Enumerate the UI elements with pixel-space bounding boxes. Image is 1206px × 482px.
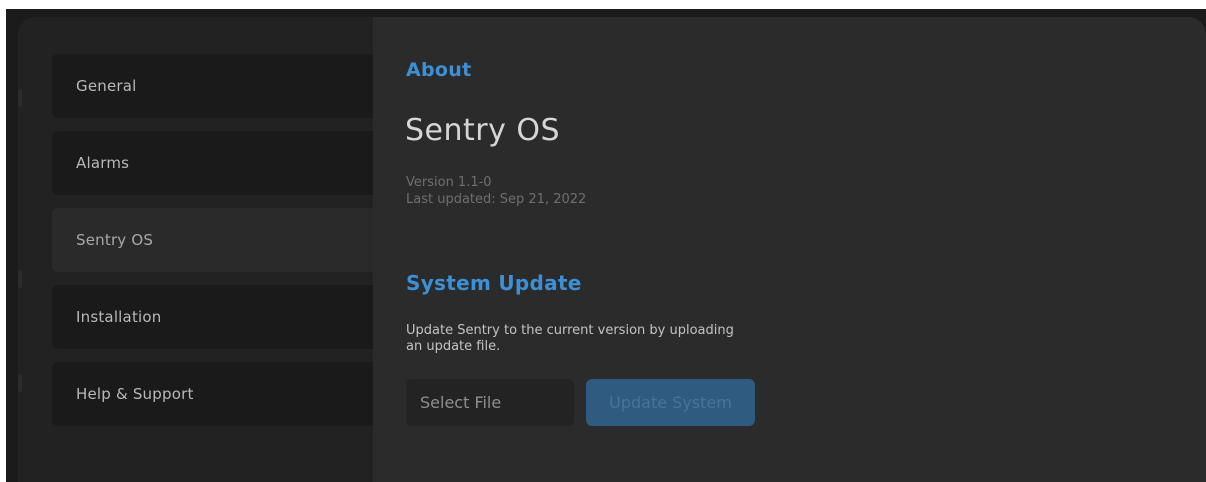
sidebar-item-installation[interactable]: Installation	[52, 285, 373, 349]
about-heading: About	[406, 59, 472, 81]
product-name: Sentry OS	[405, 113, 561, 148]
sidebar-edge-marker	[18, 89, 22, 107]
system-update-description: Update Sentry to the current version by …	[406, 323, 734, 354]
last-updated-text: Last updated: Sep 21, 2022	[406, 192, 587, 207]
sidebar-item-sentry-os[interactable]: Sentry OS	[52, 208, 373, 272]
update-system-label: Update System	[609, 393, 732, 412]
sidebar-item-label: Sentry OS	[76, 231, 154, 249]
sidebar-edge-marker	[18, 374, 22, 392]
select-file-label: Select File	[420, 393, 502, 412]
sidebar-item-label: Help & Support	[76, 385, 194, 403]
version-text: Version 1.1-0	[406, 175, 492, 190]
update-system-button[interactable]: Update System	[586, 379, 755, 426]
select-file-button[interactable]: Select File	[406, 379, 574, 426]
sidebar-item-general[interactable]: General	[52, 54, 373, 118]
settings-sidebar: General Alarms Sentry OS Installation He…	[18, 17, 373, 482]
sidebar-item-label: Alarms	[76, 154, 130, 172]
system-update-heading: System Update	[406, 271, 582, 295]
settings-panel: General Alarms Sentry OS Installation He…	[18, 17, 1206, 482]
settings-content: About Sentry OS Version 1.1-0 Last updat…	[373, 17, 1206, 482]
sidebar-item-label: General	[76, 77, 137, 95]
sidebar-item-help-support[interactable]: Help & Support	[52, 362, 373, 426]
sidebar-item-label: Installation	[76, 308, 162, 326]
sidebar-item-alarms[interactable]: Alarms	[52, 131, 373, 195]
sidebar-edge-marker	[18, 270, 22, 288]
app-screen: General Alarms Sentry OS Installation He…	[6, 9, 1206, 482]
